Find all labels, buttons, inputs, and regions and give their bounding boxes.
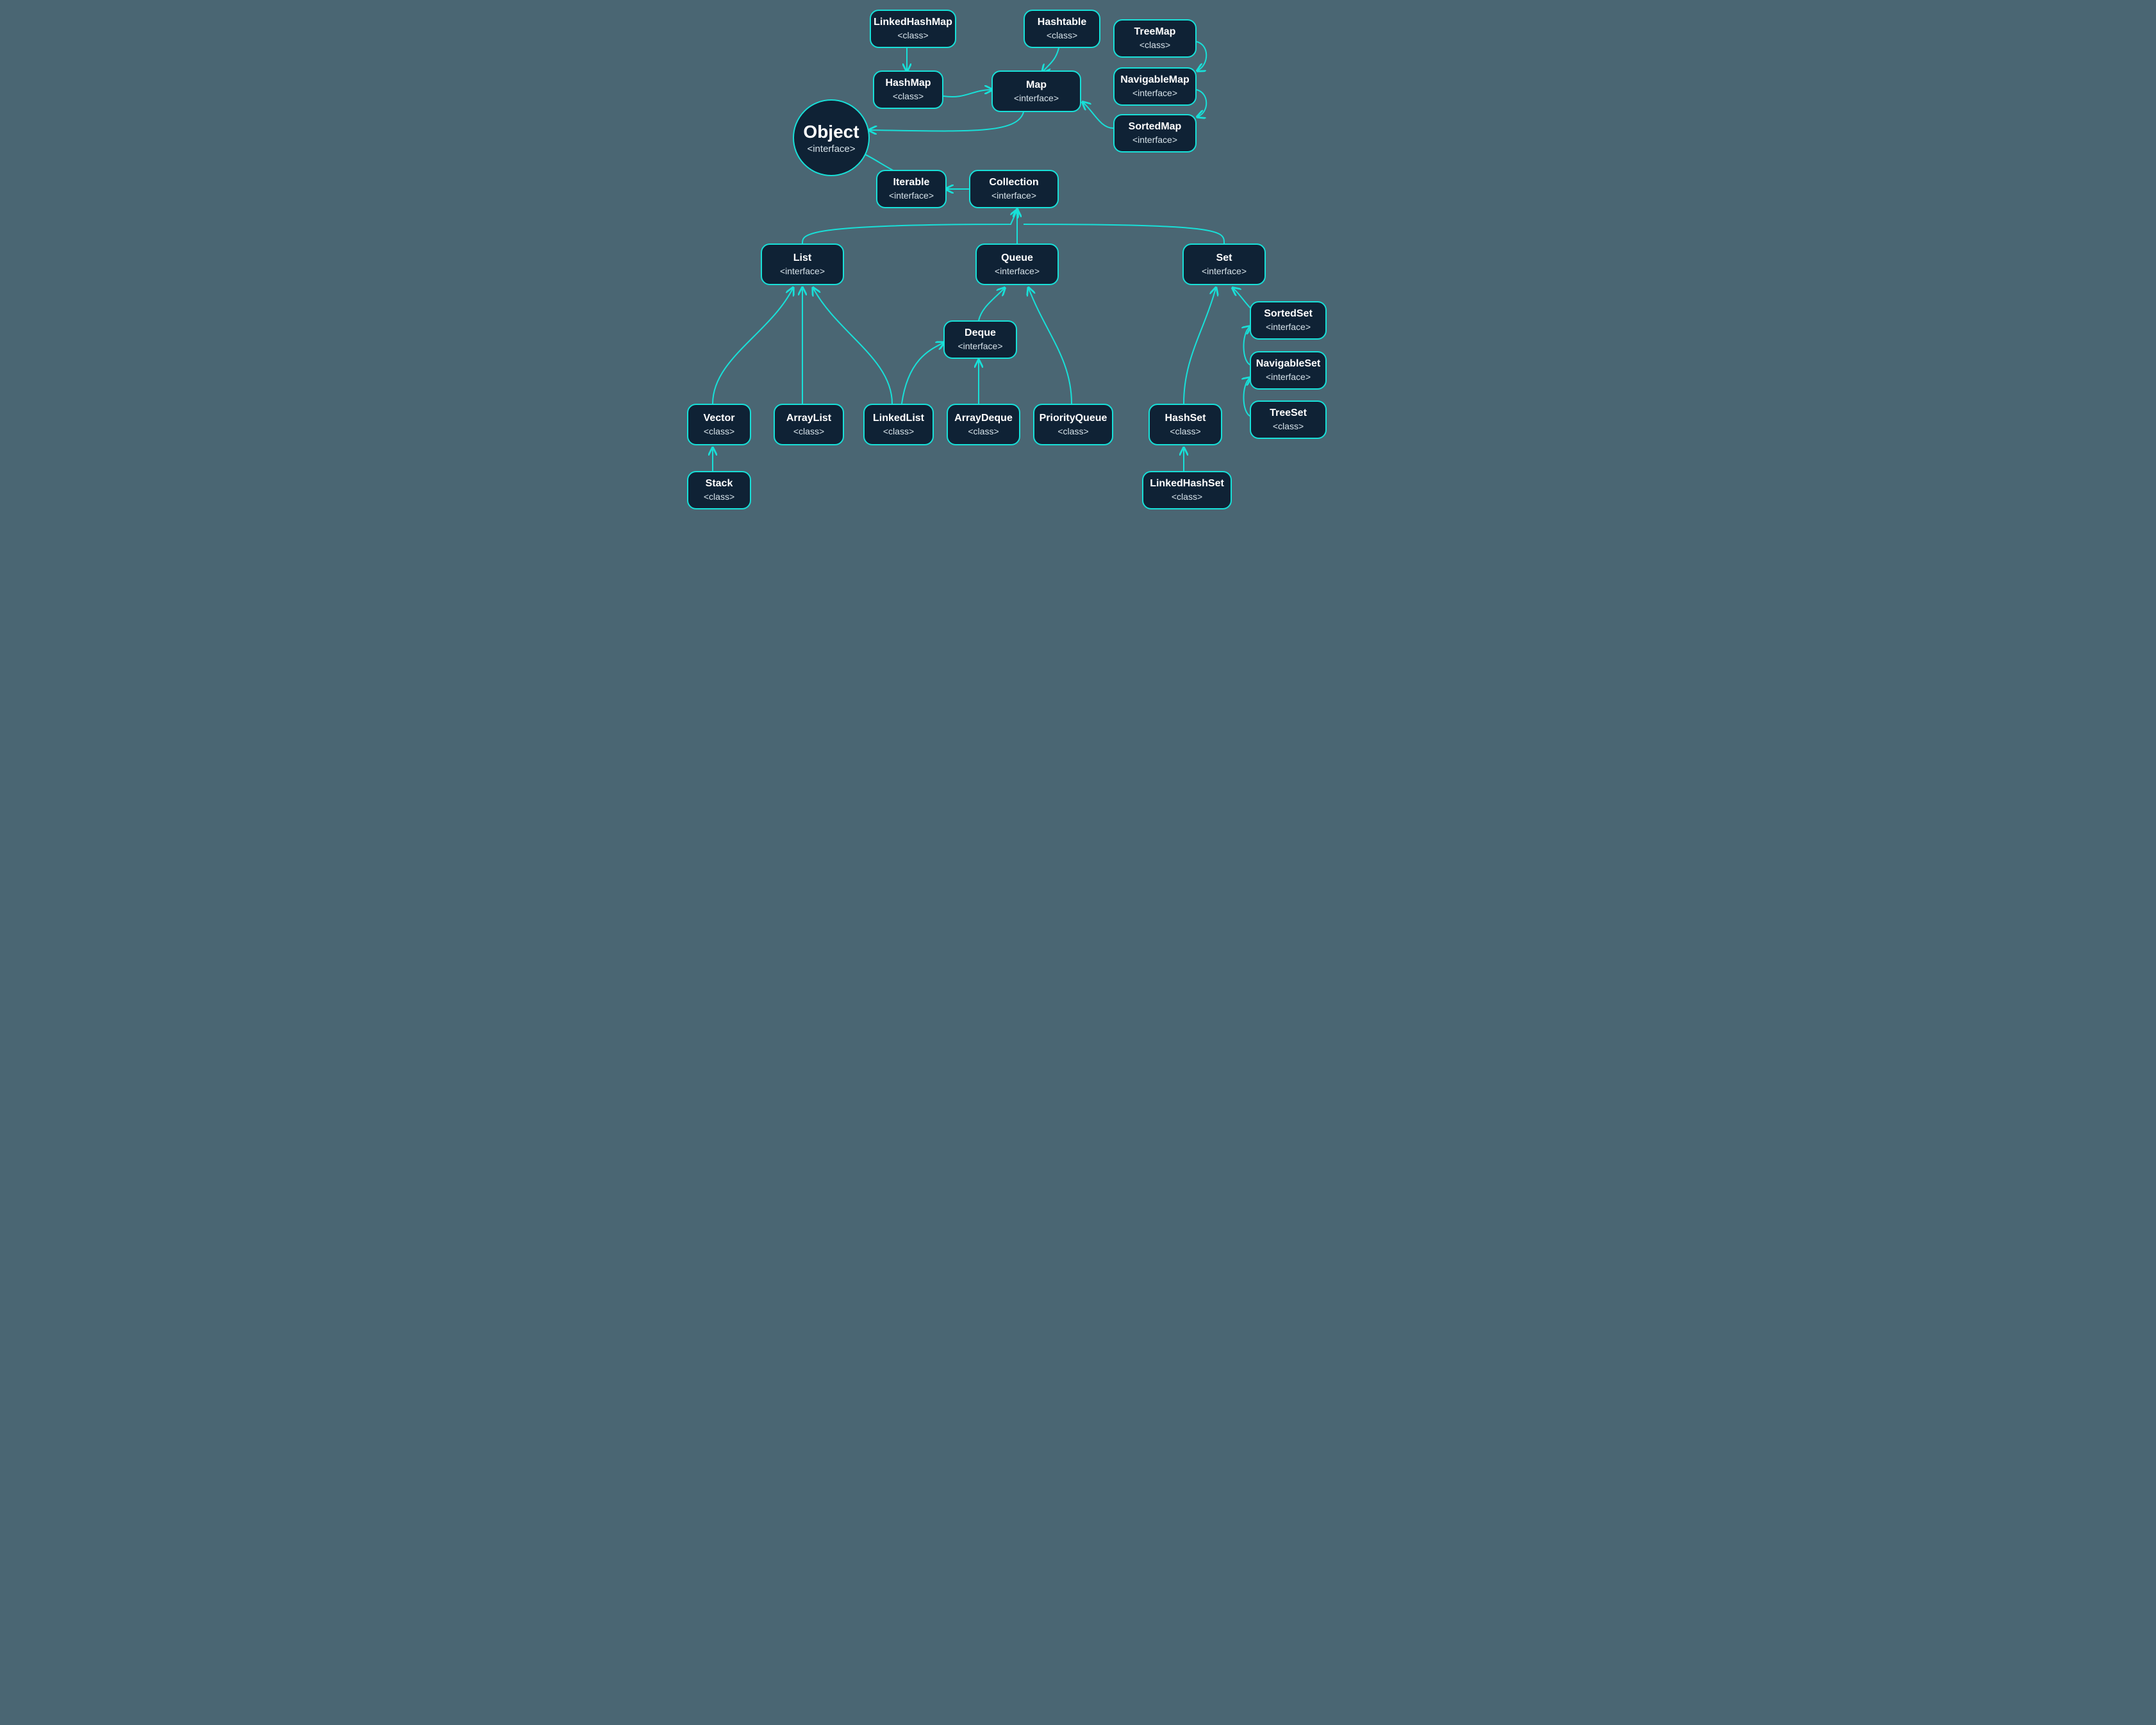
node-priorityqueue: PriorityQueue <class> xyxy=(1033,404,1113,445)
node-title: Map xyxy=(1026,79,1047,92)
node-title: LinkedHashMap xyxy=(874,16,952,29)
node-title: Collection xyxy=(989,176,1038,189)
node-stereo: <class> xyxy=(793,426,824,438)
node-title: LinkedHashSet xyxy=(1150,477,1224,490)
node-stereo: <class> xyxy=(1140,40,1170,51)
node-stereo: <class> xyxy=(704,491,734,503)
node-stereo: <class> xyxy=(1172,491,1202,503)
node-collection: Collection <interface> xyxy=(969,170,1059,208)
node-title: TreeMap xyxy=(1134,26,1176,38)
node-map: Map <interface> xyxy=(991,70,1081,112)
node-stereo: <interface> xyxy=(889,190,934,202)
node-stereo: <interface> xyxy=(1202,266,1247,277)
node-title: PriorityQueue xyxy=(1040,412,1107,425)
node-stereo: <class> xyxy=(1047,30,1077,42)
node-navigableset: NavigableSet <interface> xyxy=(1250,351,1327,390)
node-title: LinkedList xyxy=(873,412,924,425)
node-title: Queue xyxy=(1001,252,1033,265)
node-title: Deque xyxy=(965,327,996,340)
node-stereo: <class> xyxy=(1170,426,1200,438)
node-stack: Stack <class> xyxy=(687,471,751,509)
node-linkedlist: LinkedList <class> xyxy=(863,404,934,445)
node-stereo: <interface> xyxy=(780,266,825,277)
node-deque: Deque <interface> xyxy=(943,320,1017,359)
node-treemap: TreeMap <class> xyxy=(1113,19,1197,58)
node-stereo: <interface> xyxy=(1014,93,1059,104)
node-title: Hashtable xyxy=(1038,16,1086,29)
diagram-canvas: Object <interface> LinkedHashMap <class>… xyxy=(677,0,1479,641)
node-stereo: <interface> xyxy=(1132,88,1177,99)
node-stereo: <class> xyxy=(897,30,928,42)
node-title: Iterable xyxy=(893,176,930,189)
node-title: Object xyxy=(803,122,859,142)
node-title: NavigableSet xyxy=(1256,358,1320,370)
node-set: Set <interface> xyxy=(1182,243,1266,285)
node-stereo: <class> xyxy=(1273,421,1304,433)
node-title: NavigableMap xyxy=(1120,74,1190,87)
node-sortedmap: SortedMap <interface> xyxy=(1113,114,1197,153)
node-title: Vector xyxy=(704,412,735,425)
node-stereo: <class> xyxy=(883,426,914,438)
node-arraylist: ArrayList <class> xyxy=(774,404,844,445)
node-hashtable: Hashtable <class> xyxy=(1024,10,1100,48)
node-stereo: <interface> xyxy=(958,341,1002,352)
node-title: HashSet xyxy=(1165,412,1206,425)
node-hashmap: HashMap <class> xyxy=(873,70,943,109)
node-linkedhashset: LinkedHashSet <class> xyxy=(1142,471,1232,509)
node-sortedset: SortedSet <interface> xyxy=(1250,301,1327,340)
node-title: HashMap xyxy=(885,77,931,90)
node-stereo: <interface> xyxy=(1266,372,1311,383)
node-stereo: <interface> xyxy=(995,266,1040,277)
node-stereo: <class> xyxy=(968,426,999,438)
node-vector: Vector <class> xyxy=(687,404,751,445)
node-title: Set xyxy=(1216,252,1232,265)
node-stereo: <class> xyxy=(1057,426,1088,438)
node-iterable: Iterable <interface> xyxy=(876,170,947,208)
node-title: ArrayList xyxy=(786,412,831,425)
node-stereo: <interface> xyxy=(1266,322,1311,333)
node-arraydeque: ArrayDeque <class> xyxy=(947,404,1020,445)
node-stereo: <class> xyxy=(704,426,734,438)
node-title: ArrayDeque xyxy=(954,412,1013,425)
node-title: Stack xyxy=(706,477,733,490)
node-hashset: HashSet <class> xyxy=(1148,404,1222,445)
node-navigablemap: NavigableMap <interface> xyxy=(1113,67,1197,106)
node-stereo: <class> xyxy=(893,91,924,103)
node-title: SortedMap xyxy=(1129,120,1182,133)
node-queue: Queue <interface> xyxy=(975,243,1059,285)
node-stereo: <interface> xyxy=(807,144,855,154)
node-title: SortedSet xyxy=(1264,308,1313,320)
node-stereo: <interface> xyxy=(991,190,1036,202)
node-title: TreeSet xyxy=(1270,407,1307,420)
node-title: List xyxy=(793,252,811,265)
node-treeset: TreeSet <class> xyxy=(1250,400,1327,439)
node-stereo: <interface> xyxy=(1132,135,1177,146)
node-list: List <interface> xyxy=(761,243,844,285)
node-object: Object <interface> xyxy=(793,99,870,176)
node-linkedhashmap: LinkedHashMap <class> xyxy=(870,10,956,48)
